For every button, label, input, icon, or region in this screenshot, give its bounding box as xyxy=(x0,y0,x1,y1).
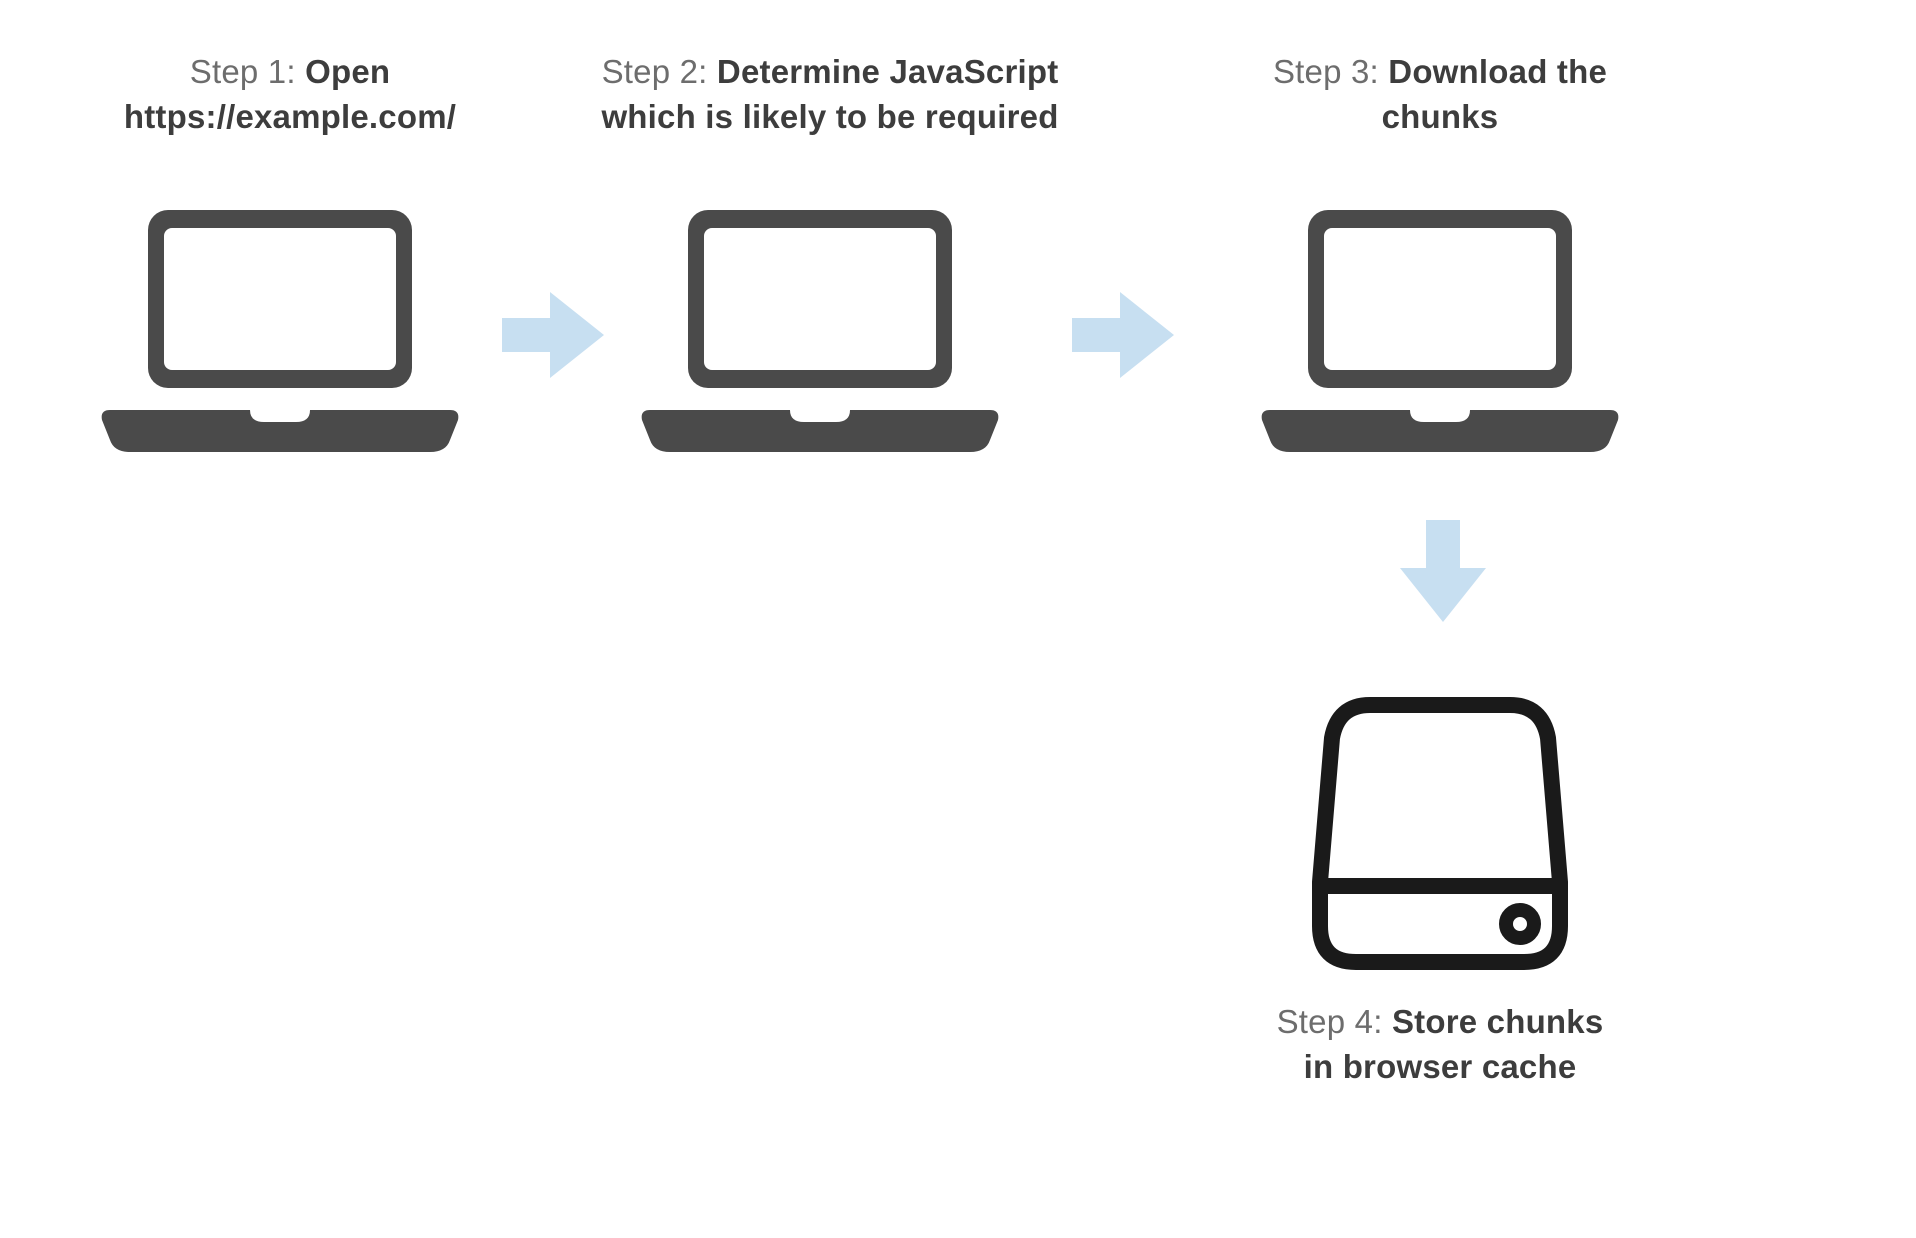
laptop-icon xyxy=(640,200,1000,460)
step-2-text: Step 2: Determine JavaScript which is li… xyxy=(580,50,1080,139)
step-1-text: Step 1: Open https://example.com/ xyxy=(80,50,500,139)
step-1-bold-1: Open xyxy=(305,53,390,90)
step-4-bold-1: Store chunks xyxy=(1392,1003,1603,1040)
step-2-bold-2: which is likely to be required xyxy=(601,98,1058,135)
step-4-bold-2: in browser cache xyxy=(1304,1048,1577,1085)
diagram-stage: Step 1: Open https://example.com/ Step 2… xyxy=(0,0,1916,1238)
step-3-caption: Step 3: Download the chunks xyxy=(1220,50,1660,139)
arrow-right-icon xyxy=(1062,280,1182,390)
step-3-bold-2: chunks xyxy=(1382,98,1499,135)
step-3-bold-1: Download the xyxy=(1388,53,1607,90)
step-3-text: Step 3: Download the chunks xyxy=(1220,50,1660,139)
arrow-down-icon xyxy=(1388,510,1498,630)
arrow-right-icon xyxy=(492,280,612,390)
step-2-label: Step 2: xyxy=(602,53,717,90)
step-1-caption: Step 1: Open https://example.com/ xyxy=(80,50,500,139)
step-1-bold-2: https://example.com/ xyxy=(124,98,456,135)
step-4-caption: Step 4: Store chunks in browser cache xyxy=(1180,1000,1700,1089)
laptop-icon xyxy=(100,200,460,460)
step-2-caption: Step 2: Determine JavaScript which is li… xyxy=(580,50,1080,139)
step-1-label: Step 1: xyxy=(190,53,305,90)
step-2-bold-1: Determine JavaScript xyxy=(717,53,1059,90)
hard-drive-icon xyxy=(1310,690,1570,980)
laptop-icon xyxy=(1260,200,1620,460)
step-4-label: Step 4: xyxy=(1277,1003,1392,1040)
step-3-label: Step 3: xyxy=(1273,53,1388,90)
